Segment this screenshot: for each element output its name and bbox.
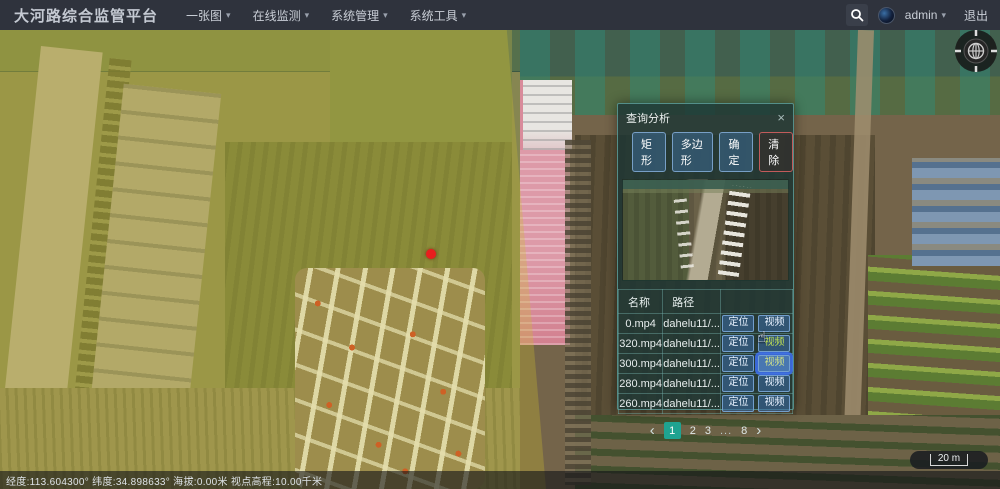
user-menu[interactable]: admin ▾ <box>905 8 946 22</box>
table-row: 0.mp4 dahelu11/... 定位 视频 <box>619 314 793 334</box>
navbar-right: admin ▾ 退出 <box>846 4 988 26</box>
col-header-actions <box>720 290 792 314</box>
username-label: admin <box>905 8 938 22</box>
nav-menus: 一张图 ▾ 在线监测 ▾ 系统管理 ▾ 系统工具 ▾ <box>186 7 466 24</box>
cell-name: 260.mp4 <box>619 394 663 414</box>
search-button[interactable] <box>846 4 868 26</box>
page-ellipsis: ... <box>720 425 732 437</box>
nav-menu-label: 系统管理 <box>331 7 379 24</box>
nav-menu-online-monitoring[interactable]: 在线监测 ▾ <box>253 7 310 24</box>
app-screen: 大河路综合监管平台 一张图 ▾ 在线监测 ▾ 系统管理 ▾ 系统工具 ▾ <box>0 0 1000 489</box>
locate-button[interactable]: 定位 <box>722 375 754 392</box>
coordinate-statusbar: 经度:113.604300° 纬度:34.898633° 海拔:0.00米 视点… <box>0 471 1000 489</box>
map-viewport[interactable] <box>0 30 1000 489</box>
map-point-marker[interactable] <box>426 249 436 259</box>
cell-path: dahelu11/... <box>663 354 721 374</box>
page-button-3[interactable]: 3 <box>705 425 711 437</box>
chevron-down-icon: ▾ <box>941 10 946 21</box>
cell-path: dahelu11/... <box>663 394 721 414</box>
avatar[interactable] <box>878 7 895 24</box>
logout-button[interactable]: 退出 <box>964 7 988 24</box>
pagination: ‹ 1 2 3 ... 8 › <box>618 422 793 439</box>
preview-trucks-left <box>674 194 695 269</box>
preview-trucks-right <box>718 185 752 277</box>
map-pink-field-strip <box>520 150 570 345</box>
nav-menu-system-tools[interactable]: 系统工具 ▾ <box>410 7 467 24</box>
chevron-down-icon: ▾ <box>226 10 231 21</box>
next-page-button[interactable]: › <box>756 425 761 437</box>
page-button-8[interactable]: 8 <box>741 425 747 437</box>
scale-label: 20 m <box>930 454 968 466</box>
map-green-field-top <box>330 30 512 142</box>
scale-bar: 20 m <box>910 451 988 469</box>
col-header-name: 名称 <box>619 290 663 314</box>
video-button-focused[interactable]: 视频 <box>758 355 790 372</box>
cell-name: 300.mp4 <box>619 354 663 374</box>
map-truck-yard <box>295 268 485 489</box>
nav-menu-label: 系统工具 <box>410 7 458 24</box>
table-row: 300.mp4 dahelu11/... 定位 视频 <box>619 354 793 374</box>
locate-button[interactable]: 定位 <box>722 355 754 372</box>
top-navbar: 大河路综合监管平台 一张图 ▾ 在线监测 ▾ 系统管理 ▾ 系统工具 ▾ <box>0 0 1000 30</box>
cell-name: 280.mp4 <box>619 374 663 394</box>
cell-name: 0.mp4 <box>619 314 663 334</box>
table-row: 280.mp4 dahelu11/... 定位 视频 <box>619 374 793 394</box>
compass-control[interactable] <box>953 28 999 74</box>
locate-button[interactable]: 定位 <box>722 395 754 412</box>
results-table: 名称 路径 0.mp4 dahelu11/... 定位 视频 320.mp4 d… <box>618 289 793 414</box>
locate-button[interactable]: 定位 <box>722 315 754 332</box>
nav-menu-label: 在线监测 <box>253 7 301 24</box>
cell-path: dahelu11/... <box>663 314 721 334</box>
clear-button[interactable]: 清除 <box>759 132 793 172</box>
locate-button[interactable]: 定位 <box>722 335 754 352</box>
map-bare-trees <box>565 140 591 485</box>
page-button-2[interactable]: 2 <box>690 425 696 437</box>
table-header-row: 名称 路径 <box>619 290 793 314</box>
cell-path: dahelu11/... <box>663 334 721 354</box>
polygon-tool-button[interactable]: 多边形 <box>672 132 714 172</box>
video-button[interactable]: 视频 <box>758 335 790 352</box>
aerial-preview-image <box>622 179 789 281</box>
compass-icon <box>953 28 999 74</box>
cell-name: 320.mp4 <box>619 334 663 354</box>
nav-menu-label: 一张图 <box>186 7 222 24</box>
chevron-down-icon: ▾ <box>462 10 467 21</box>
chevron-down-icon: ▾ <box>383 10 388 21</box>
panel-header: 查询分析 × <box>618 104 793 128</box>
table-row: 320.mp4 dahelu11/... 定位 视频 <box>619 334 793 354</box>
confirm-button[interactable]: 确定 <box>719 132 753 172</box>
map-blue-roof-buildings <box>912 158 1000 266</box>
draw-tools: 矩形 多边形 确定 清除 <box>632 132 793 172</box>
nav-menu-onemap[interactable]: 一张图 ▾ <box>186 7 231 24</box>
query-analysis-panel: 查询分析 × 矩形 多边形 确定 清除 名称 路径 0.mp4 dahelu11… <box>617 103 794 410</box>
nav-menu-system-management[interactable]: 系统管理 ▾ <box>331 7 388 24</box>
video-button[interactable]: 视频 <box>758 375 790 392</box>
search-icon <box>850 8 864 22</box>
page-button-1[interactable]: 1 <box>664 422 681 439</box>
coordinates-text: 经度:113.604300° 纬度:34.898633° 海拔:0.00米 视点… <box>6 473 322 488</box>
app-title: 大河路综合监管平台 <box>14 5 158 26</box>
cell-path: dahelu11/... <box>663 374 721 394</box>
table-row: 260.mp4 dahelu11/... 定位 视频 <box>619 394 793 414</box>
chevron-down-icon: ▾ <box>305 10 310 21</box>
panel-title: 查询分析 <box>626 110 670 126</box>
map-crop-strips <box>868 255 1000 425</box>
col-header-path: 路径 <box>663 290 721 314</box>
video-button[interactable]: 视频 <box>758 315 790 332</box>
prev-page-button[interactable]: ‹ <box>650 425 655 437</box>
close-icon[interactable]: × <box>777 113 785 123</box>
video-button[interactable]: 视频 <box>758 395 790 412</box>
rectangle-tool-button[interactable]: 矩形 <box>632 132 666 172</box>
